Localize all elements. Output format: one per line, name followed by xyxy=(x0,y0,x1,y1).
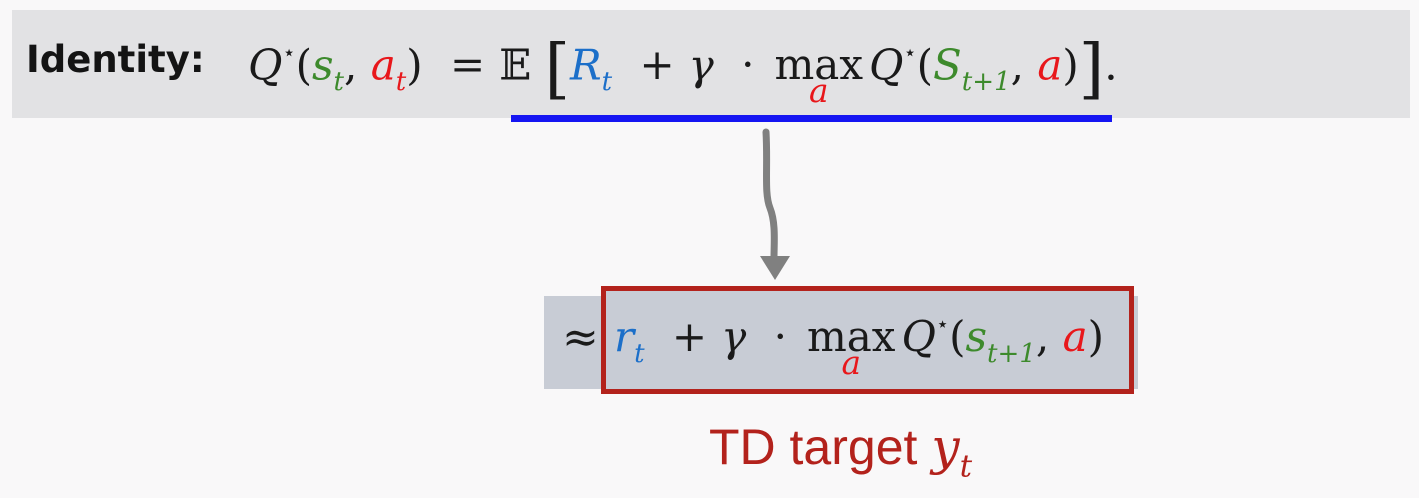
period: . xyxy=(1104,40,1118,90)
reward-subscript: t xyxy=(601,67,613,98)
td-target-y: y xyxy=(931,418,960,476)
q-symbol: Q xyxy=(248,40,283,90)
comma-2: , xyxy=(1010,40,1024,90)
left-paren-2: ( xyxy=(916,40,934,90)
left-bracket: [ xyxy=(544,32,570,107)
td-target-y-subscript: t xyxy=(959,448,973,485)
expectation-underline xyxy=(511,115,1112,122)
identity-label: Identity: xyxy=(26,38,205,81)
right-paren-3: ) xyxy=(1087,312,1105,361)
action-a: a xyxy=(370,40,396,90)
star-superscript-2: ⋆ xyxy=(903,40,917,65)
td-target-label: TD target yt xyxy=(709,418,972,484)
star-superscript-3: ⋆ xyxy=(935,312,950,337)
reward-R: R xyxy=(569,40,602,90)
state-s: s xyxy=(311,40,334,90)
reward-r-subscript: t xyxy=(634,338,645,369)
down-arrow-icon xyxy=(760,128,790,280)
equals-sign: = xyxy=(450,40,486,90)
td-target-equation: rt + γ · max a Q⋆(st+1, a) xyxy=(614,312,1105,382)
q-symbol-3: Q xyxy=(901,312,936,361)
max-subscript-2: a xyxy=(841,344,861,383)
comma-3: , xyxy=(1035,312,1050,361)
gamma-symbol-2: γ xyxy=(721,312,747,361)
left-paren: ( xyxy=(295,40,312,90)
right-paren: ) xyxy=(406,40,423,90)
state-subscript: t xyxy=(333,67,345,98)
plus-sign: + xyxy=(639,40,675,90)
expectation-symbol: 𝔼 xyxy=(499,40,532,90)
next-state-S: S xyxy=(933,40,962,90)
action-subscript: t xyxy=(395,67,407,98)
star-superscript: ⋆ xyxy=(282,40,296,65)
right-paren-2: ) xyxy=(1062,40,1079,90)
q-symbol-2: Q xyxy=(869,40,904,90)
next-state-subscript: t+1 xyxy=(961,67,1011,98)
identity-equation: Q⋆(st, at) = 𝔼 [Rt + γ · max a Q⋆(St+1, a)]. xyxy=(248,32,1118,110)
td-target-text: TD target xyxy=(709,419,918,475)
left-paren-3: ( xyxy=(949,312,966,361)
cdot-symbol-2: · xyxy=(773,312,787,361)
next-state-s: s xyxy=(965,312,988,361)
max-subscript: a xyxy=(808,72,829,111)
gamma-symbol: γ xyxy=(688,40,714,90)
action-a-3: a xyxy=(1062,312,1088,361)
max-operator: max a xyxy=(774,40,863,110)
action-a-2: a xyxy=(1037,40,1063,90)
approx-symbol: ≈ xyxy=(562,312,599,363)
reward-r: r xyxy=(614,312,635,361)
comma: , xyxy=(344,40,358,90)
next-state-s-subscript: t+1 xyxy=(987,338,1036,369)
plus-sign-2: + xyxy=(671,312,708,361)
right-bracket: ] xyxy=(1078,32,1105,107)
cdot-symbol: · xyxy=(741,40,755,90)
max-operator-2: max a xyxy=(807,312,896,382)
